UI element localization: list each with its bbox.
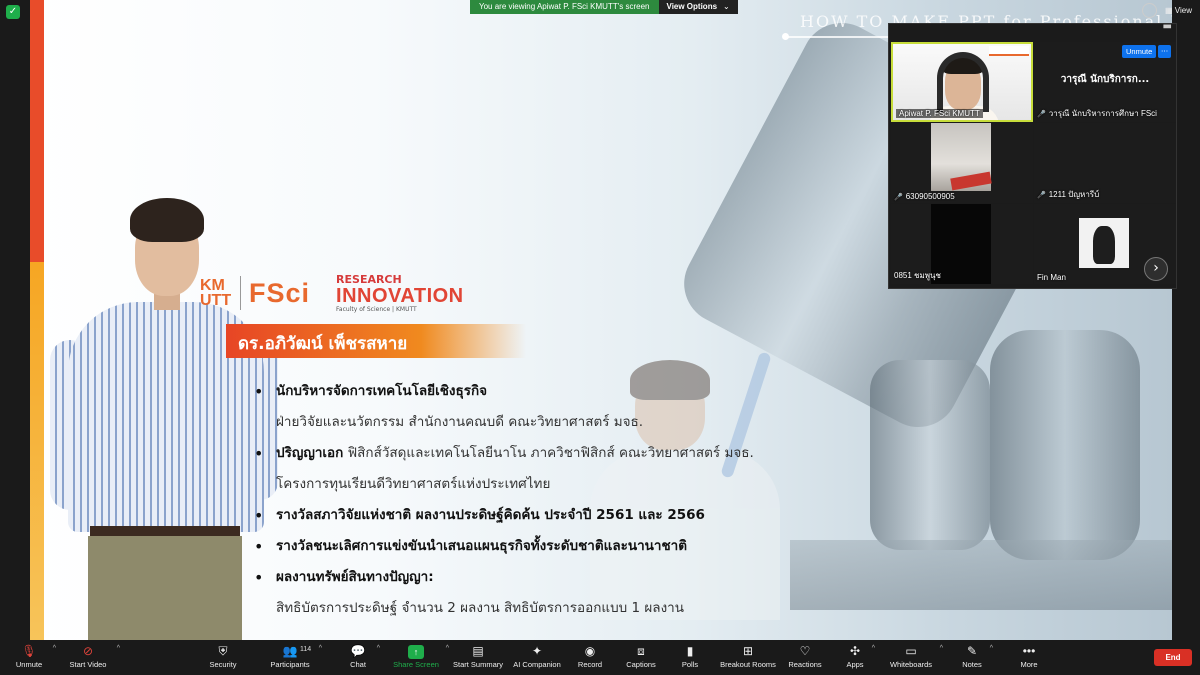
view-button[interactable]: ▦ View [1165,6,1192,15]
participant-avatar [1079,218,1129,268]
share-screen-button[interactable]: ↑ Share Screen ^ [393,642,449,675]
fsci-logo: FSci [249,277,311,308]
kmutt-logo: KM UTT [200,277,232,309]
bullet-item: นักบริหารจัดการเทคโนโลยีเชิงธุรกิจ [254,376,794,407]
participant-name: Fin Man [1037,273,1066,282]
participant-name: 🎤 วารุณี นักบริหารการศึกษา FSci [1037,109,1157,118]
whiteboards-button[interactable]: ▭ Whiteboards ^ [889,642,943,675]
share-screen-icon: ↑ [393,642,439,660]
chevron-up-icon[interactable]: ^ [940,645,943,652]
more-dots-icon: ••• [1022,644,1036,658]
muted-mic-icon: 🎤 [1037,192,1046,199]
captions-icon: ⧈ [637,644,645,658]
presenter-name: ดร.อภิวัฒน์ เพ็ชรสหาย [238,334,408,354]
bar-chart-icon: ▮ [686,644,694,658]
polls-button[interactable]: ▮ Polls [680,642,700,675]
chevron-up-icon[interactable]: ^ [872,645,875,652]
participant-name: 0851 ชมพูนุช [894,271,941,280]
captions-button[interactable]: ⧈ Captions [625,642,657,675]
start-summary-button[interactable]: ▤ Start Summary [451,642,505,675]
apps-button[interactable]: ✣ Apps ^ [845,642,875,675]
apps-icon: ✣ [849,644,861,658]
microscope-lens [870,360,990,550]
ri-innovation-text: INNOVATION [336,284,464,307]
view-options-button[interactable]: View Options ⌄ [658,0,738,14]
microscope-stage [790,540,1172,610]
headset-shape [937,52,989,112]
notes-button[interactable]: ✎ Notes ^ [961,642,993,675]
bullet-item: ปริญญาเอก ฟิสิกส์วัสดุและเทคโนโลยีนาโน ภ… [254,438,794,469]
shield-icon: ⛨ [218,644,228,658]
viewing-screen-text: You are viewing Apiwat P. FSci KMUTT's s… [470,0,659,14]
participant-count-badge: 114 [300,646,312,653]
video-tile[interactable]: 🎤 63090500905 [891,123,1033,203]
grid-icon: ⊞ [742,644,754,658]
slide-yellow-strip [30,262,44,640]
muted-mic-icon: 🎤 [1037,111,1046,118]
chevron-up-icon[interactable]: ^ [117,645,120,652]
participant-name: 🎤 63090500905 [894,192,955,201]
chat-bubble-icon: 💬 [350,644,366,658]
viewing-banner: You are viewing Apiwat P. FSci KMUTT's s… [470,0,738,14]
chevron-up-icon[interactable]: ^ [319,645,322,652]
ai-companion-button[interactable]: ✦ AI Companion [512,642,562,675]
background-sign [989,46,1029,56]
record-button[interactable]: ◉ Record [577,642,603,675]
presenter-photo [50,190,280,640]
participant-name: 🎤 1211 ปัญหารีบ์ [1037,190,1100,199]
meeting-toolbar: 🎙 Unmute ^ ⊘ Start Video ^ ⛨ Security 👥 Partic… [0,640,1200,675]
chevron-down-icon: ⌄ [723,2,730,11]
unmute-participant-button[interactable]: Unmute [1122,45,1157,58]
chevron-up-icon[interactable]: ^ [53,645,56,652]
bullet-subline: สิทธิบัตรการประดิษฐ์ จำนวน 2 ผลงาน สิทธิ… [276,600,684,616]
video-tile[interactable]: 🎤 1211 ปัญหารีบ์ [1034,123,1176,203]
notes-icon: ✎ [966,644,978,658]
bio-bullet-list: นักบริหารจัดการเทคโนโลยีเชิงธุรกิจ ฝ่ายว… [254,376,794,624]
ri-sub-text: Faculty of Science | KMUTT [336,305,417,313]
logo-divider [240,276,241,310]
participant-gallery[interactable]: ▬ Apiwat P. FSci KMUTT วารุณี นักบริการก… [888,21,1177,289]
chevron-up-icon[interactable]: ^ [446,645,449,652]
bullet-subline: โครงการทุนเรียนดีวิทยาศาสตร์แห่งประเทศไท… [276,476,551,492]
heart-icon: ♡ [799,644,811,658]
whiteboard-icon: ▭ [905,644,917,658]
reactions-button[interactable]: ♡ Reactions [787,642,823,675]
summary-icon: ▤ [472,644,484,658]
bullet-item: รางวัลชนะเลิศการแข่งขันนำเสนอแผนธุรกิจทั… [254,531,794,562]
start-video-button[interactable]: ⊘ Start Video ^ [66,642,121,675]
record-icon: ◉ [584,644,596,658]
unmute-button[interactable]: 🎙 Unmute ^ [12,642,56,675]
muted-mic-icon: 🎤 [894,194,903,201]
security-button[interactable]: ⛨ Security [204,642,242,675]
name-banner: ดร.อภิวัฒน์ เพ็ชรสหาย [226,324,526,358]
video-tile-active-speaker[interactable]: Apiwat P. FSci KMUTT [891,42,1033,122]
sparkle-icon: ✦ [531,644,543,658]
bullet-item: ผลงานทรัพย์สินทางปัญญา: [254,562,794,593]
video-off-icon: ⊘ [82,644,94,658]
logo-row: KM UTT FSci RESEARCH INNOVATION Faculty … [200,268,464,318]
bullet-item: รางวัลสภาวิจัยแห่งชาติ ผลงานประดิษฐ์คิดค… [254,500,794,531]
participant-name: Apiwat P. FSci KMUTT [896,109,983,118]
minimize-gallery-icon[interactable]: ▬ [1163,21,1172,32]
slide-red-strip [30,0,44,262]
microscope-lens [990,330,1140,560]
bullet-subline: ฝ่ายวิจัยและนวัตกรรม สำนักงานคณบดี คณะวิ… [276,414,644,430]
end-meeting-button[interactable]: End [1154,649,1192,666]
more-button[interactable]: ••• More [1018,642,1040,675]
participant-display-name: วารุณี นักบริการก... [1060,74,1150,85]
chevron-up-icon[interactable]: ^ [377,645,380,652]
video-tile[interactable]: 0851 ชมพูนุช [891,204,1033,284]
search-icon[interactable] [1142,3,1158,18]
more-options-button[interactable]: ··· [1158,45,1172,58]
top-right-controls: ▦ View [1142,3,1192,18]
chat-button[interactable]: 💬 Chat ^ [346,642,380,675]
chevron-up-icon[interactable]: ^ [990,645,993,652]
muted-mic-icon: 🎙 [21,644,37,658]
shield-icon[interactable]: ✓ [6,5,20,19]
breakout-rooms-button[interactable]: ⊞ Breakout Rooms [720,642,776,675]
research-innovation-logo: RESEARCH INNOVATION Faculty of Science |… [336,272,464,313]
next-page-button[interactable]: › [1144,257,1168,281]
ri-research-text: RESEARCH [336,272,402,286]
